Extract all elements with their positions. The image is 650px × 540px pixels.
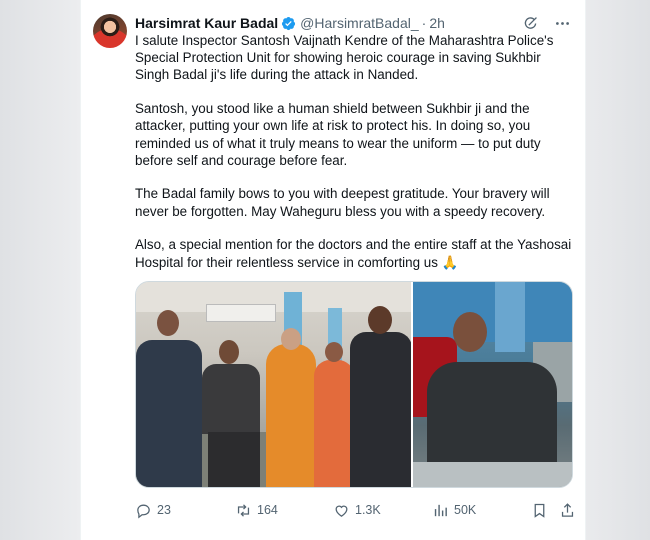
reply-button[interactable]: 23 xyxy=(135,500,171,520)
reply-count: 23 xyxy=(157,503,171,517)
verified-badge-icon xyxy=(281,16,296,31)
like-button[interactable]: 1.3K xyxy=(333,500,381,520)
page-gutter-left xyxy=(0,0,80,540)
like-icon xyxy=(335,505,348,517)
tweet-text: I salute Inspector Santosh Vaijnath Kend… xyxy=(135,32,575,287)
share-icon xyxy=(561,502,574,517)
author-handle[interactable]: @HarsimratBadal_ xyxy=(300,15,418,31)
author-name[interactable]: Harsimrat Kaur Badal xyxy=(135,15,278,31)
grok-icon[interactable] xyxy=(521,14,539,32)
media-grid xyxy=(135,281,573,488)
views-count: 50K xyxy=(454,503,477,517)
media-photo-patient[interactable] xyxy=(412,282,572,487)
timestamp[interactable]: 2h xyxy=(429,15,445,31)
avatar[interactable] xyxy=(93,14,127,48)
tweet-paragraph: Santosh, you stood like a human shield b… xyxy=(135,101,541,168)
media-photo-group[interactable] xyxy=(136,282,411,487)
tweet-paragraph: I salute Inspector Santosh Vaijnath Kend… xyxy=(135,33,554,83)
share-button[interactable] xyxy=(559,500,576,520)
views-icon xyxy=(434,504,447,516)
repost-button[interactable]: 164 xyxy=(235,500,278,520)
separator-dot: · xyxy=(421,15,427,31)
repost-count: 164 xyxy=(257,503,278,517)
views-button[interactable]: 50K xyxy=(432,500,476,520)
tweet-header: Harsimrat Kaur Badal @HarsimratBadal_ · … xyxy=(135,13,575,33)
more-icon[interactable] xyxy=(553,14,571,32)
like-count: 1.3K xyxy=(355,503,381,517)
bookmark-button[interactable] xyxy=(531,500,548,520)
bookmark-icon xyxy=(534,503,545,518)
repost-icon xyxy=(237,503,250,517)
tweet-paragraph: Also, a special mention for the doctors … xyxy=(135,237,572,270)
reply-icon xyxy=(137,504,150,519)
tweet-actions: 23 164 1.3K 50K xyxy=(135,500,575,520)
tweet-paragraph: The Badal family bows to you with deepes… xyxy=(135,186,550,219)
tweet-card[interactable]: Harsimrat Kaur Badal @HarsimratBadal_ · … xyxy=(80,0,586,540)
